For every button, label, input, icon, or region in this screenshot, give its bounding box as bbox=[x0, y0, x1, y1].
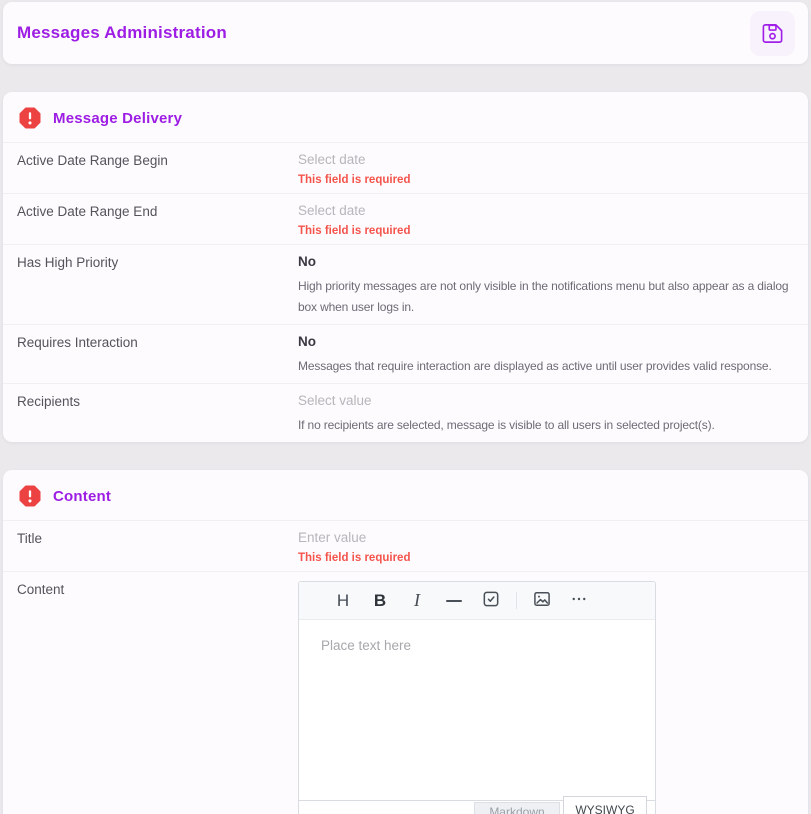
insert-image-button[interactable] bbox=[528, 587, 556, 615]
field-label: Active Date Range Begin bbox=[17, 152, 298, 187]
title-input[interactable]: Enter value bbox=[298, 530, 796, 546]
alert-octagon-icon bbox=[18, 106, 42, 130]
field-error: This field is required bbox=[298, 552, 796, 565]
alert-octagon-icon bbox=[18, 484, 42, 508]
field-row-content: Content H B I bbox=[3, 571, 808, 814]
italic-icon: I bbox=[414, 590, 420, 611]
field-label: Requires Interaction bbox=[17, 334, 298, 377]
editor-placeholder: Place text here bbox=[321, 638, 411, 653]
field-row-recipients: Recipients Select value If no recipients… bbox=[3, 383, 808, 442]
field-error: This field is required bbox=[298, 225, 796, 238]
date-picker-end[interactable]: Select date bbox=[298, 203, 796, 219]
editor-toolbar: H B I bbox=[299, 582, 655, 620]
section-title: Content bbox=[53, 488, 111, 505]
more-icon bbox=[570, 590, 588, 611]
field-row-active-date-range-begin: Active Date Range Begin Select date This… bbox=[3, 142, 808, 193]
markdown-tab[interactable]: Markdown bbox=[474, 802, 560, 814]
field-row-has-high-priority: Has High Priority No High priority messa… bbox=[3, 244, 808, 324]
has-high-priority-toggle[interactable]: No bbox=[298, 254, 796, 270]
section-header-message-delivery: Message Delivery bbox=[3, 92, 808, 142]
floppy-disk-icon bbox=[761, 22, 784, 45]
field-label: Title bbox=[17, 530, 298, 565]
field-row-active-date-range-end: Active Date Range End Select date This f… bbox=[3, 193, 808, 244]
horizontal-rule-icon bbox=[446, 600, 462, 602]
content-wysiwyg-editor: H B I bbox=[298, 581, 656, 814]
section-message-delivery: Message Delivery Active Date Range Begin… bbox=[3, 92, 808, 442]
bold-button[interactable]: B bbox=[366, 587, 394, 615]
horizontal-rule-button[interactable] bbox=[440, 587, 468, 615]
date-picker-begin[interactable]: Select date bbox=[298, 152, 796, 168]
save-button[interactable] bbox=[750, 11, 795, 56]
heading-button[interactable]: H bbox=[329, 587, 357, 615]
recipients-select[interactable]: Select value bbox=[298, 393, 796, 409]
messages-administration-page: Messages Administration Message Deliver bbox=[0, 0, 811, 814]
field-help: High priority messages are not only visi… bbox=[298, 276, 796, 318]
task-checkbox-icon bbox=[481, 589, 501, 612]
field-label: Active Date Range End bbox=[17, 203, 298, 238]
field-row-requires-interaction: Requires Interaction No Messages that re… bbox=[3, 324, 808, 383]
section-title: Message Delivery bbox=[53, 110, 182, 127]
field-label: Content bbox=[17, 581, 298, 814]
field-label: Recipients bbox=[17, 393, 298, 436]
field-error: This field is required bbox=[298, 174, 796, 187]
image-icon bbox=[532, 589, 552, 612]
more-button[interactable] bbox=[565, 587, 593, 615]
page-header: Messages Administration bbox=[3, 2, 808, 64]
field-help: If no recipients are selected, message i… bbox=[298, 415, 796, 436]
toolbar-divider bbox=[516, 592, 517, 609]
section-header-content: Content bbox=[3, 470, 808, 520]
heading-icon: H bbox=[337, 591, 349, 611]
requires-interaction-toggle[interactable]: No bbox=[298, 334, 796, 350]
task-list-button[interactable] bbox=[477, 587, 505, 615]
editor-mode-switch: Markdown WYSIWYG bbox=[299, 800, 655, 814]
field-row-title: Title Enter value This field is required bbox=[3, 520, 808, 571]
bold-icon: B bbox=[374, 591, 386, 611]
editor-text-area[interactable]: Place text here bbox=[299, 620, 655, 800]
italic-button[interactable]: I bbox=[403, 587, 431, 615]
section-content: Content Title Enter value This field is … bbox=[3, 470, 808, 814]
field-help: Messages that require interaction are di… bbox=[298, 356, 796, 377]
field-label: Has High Priority bbox=[17, 254, 298, 318]
page-title: Messages Administration bbox=[17, 23, 227, 43]
wysiwyg-tab[interactable]: WYSIWYG bbox=[563, 796, 647, 814]
